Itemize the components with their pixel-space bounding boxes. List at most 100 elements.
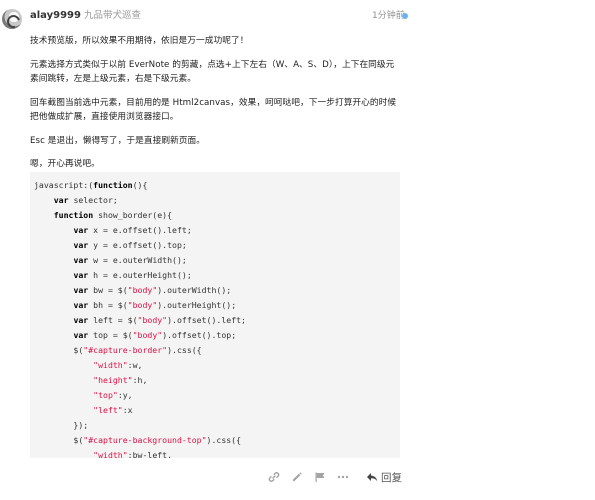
code-line: var bw = $("body").outerWidth();: [30, 283, 400, 298]
reply-label: 回复: [381, 471, 402, 484]
post-body: 技术预览版，所以效果不用期待，依旧是万一成功呢了！ 元素选择方式类似于以前 Ev…: [30, 34, 400, 181]
code-keyword: var: [73, 285, 89, 295]
code-token: :w,: [127, 360, 143, 370]
code-token: :bw-left,: [127, 450, 173, 458]
code-line: $("#capture-border").css({: [30, 343, 400, 358]
code-token: :y,: [117, 390, 133, 400]
code-token: top = $(: [88, 330, 133, 340]
code-string: "body": [132, 330, 163, 340]
code-keyword: function: [93, 180, 133, 190]
post-actions: 回复: [268, 468, 402, 486]
code-line: "left":x: [30, 403, 400, 418]
code-token: bh = $(: [88, 300, 128, 310]
code-keyword: var: [73, 315, 89, 325]
code-block[interactable]: javascript:(function(){ var selector; fu…: [30, 172, 400, 458]
post-paragraph: Esc 是退出，懒得写了，于是直接刷新页面。: [30, 135, 206, 146]
code-line: var w = e.outerWidth();: [30, 253, 400, 268]
code-line: var x = e.offset().left;: [30, 223, 400, 238]
post-paragraph: 嗯，开心再说吧。: [30, 159, 100, 169]
post-paragraph: 回车截图当前选中元素，目前用的是 Html2canvas，效果，呵呵哒吧，下一步…: [30, 97, 397, 123]
code-keyword: var: [73, 300, 89, 310]
code-line: var top = $("body").offset().top;: [30, 328, 400, 343]
edit-icon[interactable]: [291, 471, 303, 483]
code-line: javascript:(function(){: [30, 178, 400, 193]
code-token: ).css({: [206, 435, 242, 445]
code-token: });: [34, 420, 89, 430]
code-token: h = e.outerHeight();: [88, 270, 192, 280]
code-token: ).outerWidth();: [157, 285, 232, 295]
code-keyword: function: [53, 210, 94, 220]
code-token: $(: [34, 345, 84, 355]
code-line: var h = e.outerHeight();: [30, 268, 400, 283]
code-string: "left": [93, 405, 123, 415]
forum-post: alay9999 九品带犬巡查 1分钟前 技术预览版，所以效果不用期待，依旧是万一…: [0, 0, 595, 500]
code-keyword: var: [73, 330, 89, 340]
code-token: $(: [34, 435, 84, 445]
code-token: (){: [132, 180, 148, 190]
code-keyword: var: [73, 225, 89, 235]
code-string: "top": [93, 390, 118, 400]
code-line: "width":w,: [30, 358, 400, 373]
reply-icon: [367, 473, 378, 482]
reply-button[interactable]: 回复: [366, 470, 402, 485]
code-token: ).offset().left;: [167, 315, 246, 325]
code-string: "height": [93, 375, 133, 385]
code-line: var selector;: [30, 193, 400, 208]
code-token: selector;: [68, 195, 118, 205]
code-string: "width": [93, 450, 128, 458]
code-line: "width":bw-left,: [30, 448, 400, 458]
code-token: show_border(e){: [93, 210, 173, 220]
code-string: "#capture-background-top": [83, 435, 207, 445]
more-icon[interactable]: [337, 471, 349, 483]
avatar[interactable]: [2, 9, 22, 29]
code-string: "body": [127, 300, 158, 310]
code-keyword: var: [73, 240, 89, 250]
post-timestamp[interactable]: 1分钟前: [372, 10, 405, 22]
code-token: javascript:(: [34, 180, 94, 190]
code-line: function show_border(e){: [30, 208, 400, 223]
code-token: ).css({: [167, 345, 202, 355]
code-token: y = e.offset().top;: [88, 240, 187, 250]
user-title: 九品带犬巡查: [83, 10, 141, 21]
code-token: ).outerHeight();: [157, 300, 237, 310]
code-token: w = e.outerWidth();: [88, 255, 187, 265]
code-string: "body": [137, 315, 168, 325]
code-keyword: var: [73, 255, 89, 265]
flag-icon[interactable]: [314, 471, 326, 483]
code-line: "top":y,: [30, 388, 400, 403]
code-token: ).offset().top;: [162, 330, 237, 340]
link-icon[interactable]: [268, 471, 280, 483]
code-token: left = $(: [88, 315, 138, 325]
code-line: $("#capture-background-top").css({: [30, 433, 400, 448]
code-line: var y = e.offset().top;: [30, 238, 400, 253]
post-paragraph: 技术预览版，所以效果不用期待，依旧是万一成功呢了！: [30, 36, 249, 46]
code-keyword: var: [53, 195, 69, 205]
code-token: :h,: [132, 375, 148, 385]
unread-dot: [402, 13, 408, 19]
code-line: var left = $("body").offset().left;: [30, 313, 400, 328]
post-paragraph: 元素选择方式类似于以前 EverNote 的剪藏，点选+上下左右（W、A、S、D…: [30, 59, 395, 85]
code-token: :x: [122, 405, 133, 415]
code-line: "height":h,: [30, 373, 400, 388]
username[interactable]: alay9999: [30, 10, 81, 21]
code-string: "body": [127, 285, 158, 295]
code-token: bw = $(: [88, 285, 128, 295]
post-header: alay9999 九品带犬巡查: [30, 9, 141, 23]
code-token: x = e.offset().left;: [88, 225, 192, 235]
code-string: "width": [93, 360, 128, 370]
